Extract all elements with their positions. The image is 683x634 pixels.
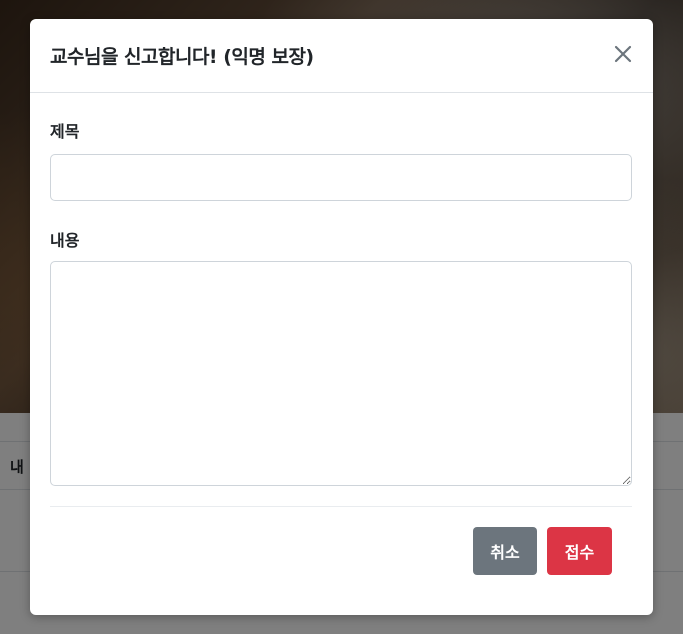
submit-button[interactable]: 접수 <box>547 527 612 575</box>
content-label: 내용 <box>50 231 80 250</box>
modal-title: 교수님을 신고합니다! (익명 보장) <box>50 46 314 68</box>
subject-label: 제목 <box>50 122 80 141</box>
modal-footer-divider <box>50 506 632 507</box>
cancel-button[interactable]: 취소 <box>473 527 537 575</box>
close-icon <box>614 45 632 63</box>
modal-header: 교수님을 신고합니다! (익명 보장) <box>30 19 653 93</box>
report-modal: 교수님을 신고합니다! (익명 보장) 제목 내용 취소 접수 <box>30 19 653 615</box>
close-button[interactable] <box>610 41 636 67</box>
subject-input[interactable] <box>50 154 632 201</box>
content-textarea[interactable] <box>50 261 632 486</box>
